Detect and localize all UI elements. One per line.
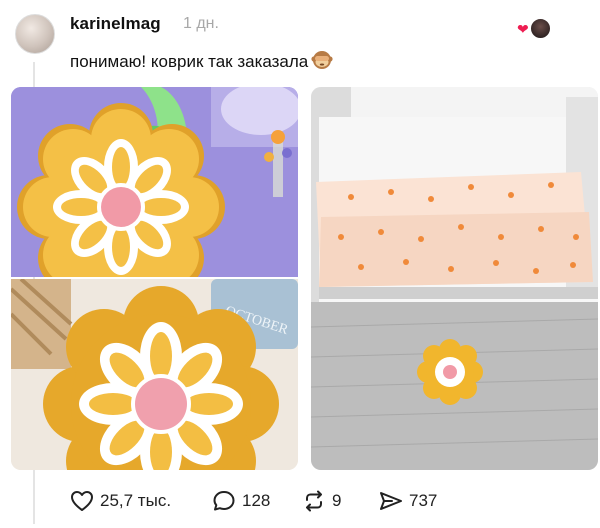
post-time: 1 дн. [183, 15, 219, 32]
photo-rug-closeup[interactable]: OCTOBER [11, 279, 298, 470]
repost-button[interactable]: 9 [302, 490, 341, 512]
post-text: понимаю! коврик так заказала [70, 48, 333, 75]
comment-bubble-icon [212, 490, 236, 512]
heart-outline-icon [70, 490, 94, 512]
avatar[interactable] [15, 14, 55, 54]
monkey-emoji-icon [311, 48, 333, 75]
like-count: 25,7 тыс. [100, 491, 172, 510]
repost-icon [302, 490, 326, 512]
author-name[interactable]: karinelmag [70, 14, 161, 34]
share-button[interactable]: 737 [379, 490, 437, 512]
photo-bedroom-rug[interactable] [311, 87, 598, 470]
photo-rug-purple-floor[interactable] [11, 87, 298, 277]
heart-icon: ❤ [517, 21, 529, 37]
comment-button[interactable]: 128 [212, 490, 270, 512]
share-count: 737 [409, 491, 438, 510]
reaction-badge[interactable]: ❤ [515, 14, 555, 40]
reactor-avatar [529, 17, 552, 40]
repost-count: 9 [332, 491, 342, 510]
action-bar: 25,7 тыс. 128 9 737 [70, 482, 590, 522]
paper-plane-icon [379, 490, 403, 512]
post-caption: понимаю! коврик так заказала [70, 52, 309, 71]
like-button[interactable]: 25,7 тыс. [70, 490, 171, 512]
comment-count: 128 [242, 491, 271, 510]
